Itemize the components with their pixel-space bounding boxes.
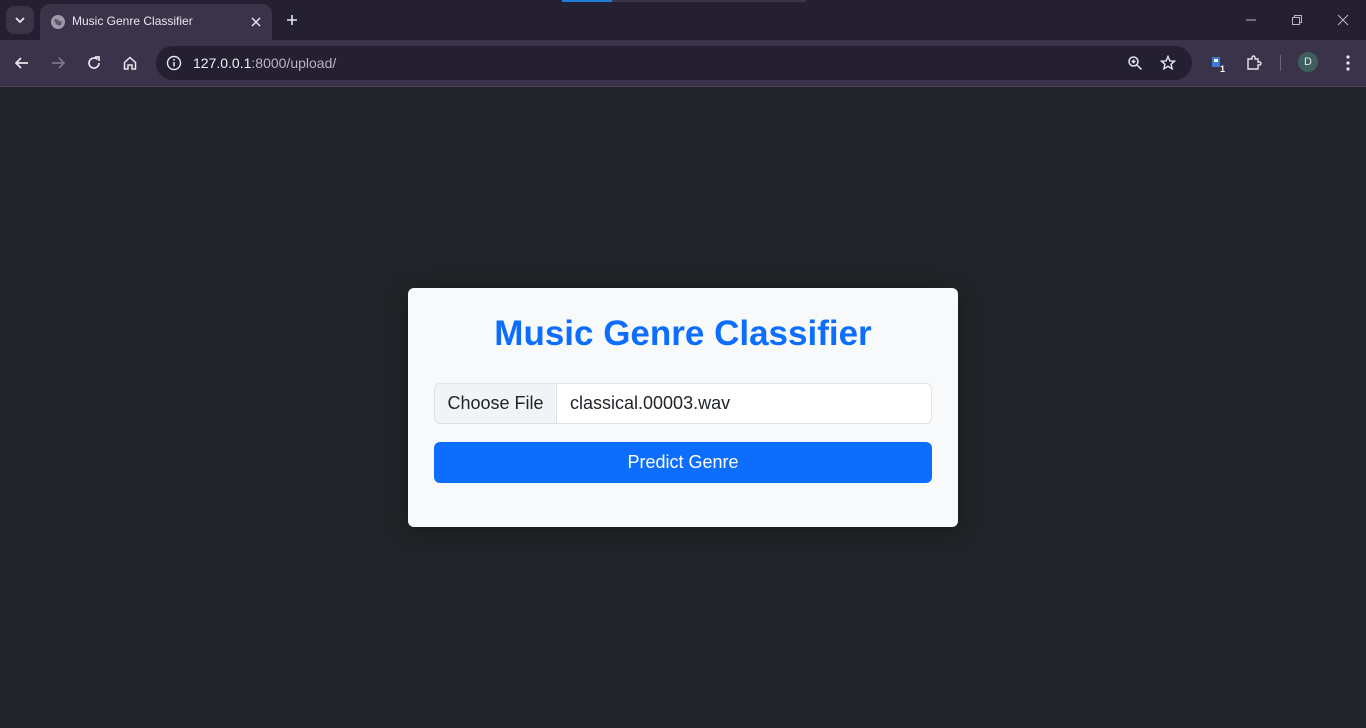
page-title: Music Genre Classifier — [494, 314, 872, 353]
new-tab-button[interactable] — [280, 8, 304, 32]
minimize-icon — [1246, 19, 1256, 21]
choose-file-button[interactable]: Choose File — [435, 384, 557, 423]
minimize-button[interactable] — [1228, 4, 1274, 36]
browser-menu-button[interactable] — [1334, 49, 1362, 77]
close-window-button[interactable] — [1320, 4, 1366, 36]
arrow-right-icon — [52, 57, 66, 69]
home-icon — [123, 56, 137, 70]
back-button[interactable] — [8, 49, 36, 77]
tab-search-button[interactable] — [6, 6, 34, 34]
extension-badge: 1 — [1220, 64, 1225, 73]
zoom-button[interactable] — [1123, 51, 1147, 75]
url-host: 127.0.0.1 — [193, 55, 252, 71]
plus-icon — [287, 15, 297, 25]
tab-close-button[interactable] — [246, 12, 266, 32]
browser-window: Music Genre Classifier 127.0.0.1:8000/up… — [0, 0, 1366, 728]
selected-file-name: classical.00003.wav — [570, 393, 731, 413]
extension-button[interactable]: 1 — [1204, 49, 1232, 77]
reload-button[interactable] — [80, 49, 108, 77]
audio-file-input[interactable]: Choose File classical.00003.wav — [434, 383, 932, 424]
upload-card: Music Genre Classifier Choose File class… — [408, 288, 958, 527]
extension-icon: 1 — [1212, 57, 1225, 73]
close-icon — [251, 17, 261, 27]
address-bar[interactable]: 127.0.0.1:8000/upload/ — [156, 46, 1192, 80]
predict-genre-button[interactable]: Predict Genre — [434, 442, 932, 483]
toolbar-separator — [1280, 55, 1281, 71]
active-tab[interactable]: Music Genre Classifier — [40, 4, 272, 40]
tab-strip: Music Genre Classifier — [0, 0, 1366, 40]
bookmark-button[interactable] — [1156, 51, 1180, 75]
forward-button[interactable] — [44, 49, 72, 77]
star-icon — [1160, 55, 1176, 71]
arrow-left-icon — [14, 57, 28, 69]
close-icon — [1337, 14, 1349, 26]
url-text[interactable]: 127.0.0.1:8000/upload/ — [193, 55, 336, 71]
info-icon — [166, 55, 182, 71]
kebab-menu-icon — [1346, 55, 1350, 71]
page-content: Music Genre Classifier Choose File class… — [0, 87, 1366, 728]
home-button[interactable] — [116, 49, 144, 77]
zoom-icon — [1128, 56, 1143, 71]
tab-group-indicator-track — [612, 0, 806, 2]
reload-icon — [88, 56, 100, 69]
restore-icon — [1292, 15, 1302, 25]
chevron-down-icon — [15, 17, 25, 24]
site-info-button[interactable] — [162, 51, 186, 75]
url-path: :8000/upload/ — [251, 55, 337, 71]
tab-title: Music Genre Classifier — [72, 14, 193, 28]
extensions-menu-button[interactable] — [1240, 49, 1268, 77]
puzzle-icon — [1247, 55, 1262, 70]
restore-button[interactable] — [1274, 4, 1320, 36]
tab-group-indicator — [562, 0, 612, 2]
browser-toolbar: 127.0.0.1:8000/upload/ 1 D — [0, 40, 1366, 86]
profile-avatar[interactable]: D — [1298, 52, 1318, 72]
globe-icon — [51, 15, 65, 29]
